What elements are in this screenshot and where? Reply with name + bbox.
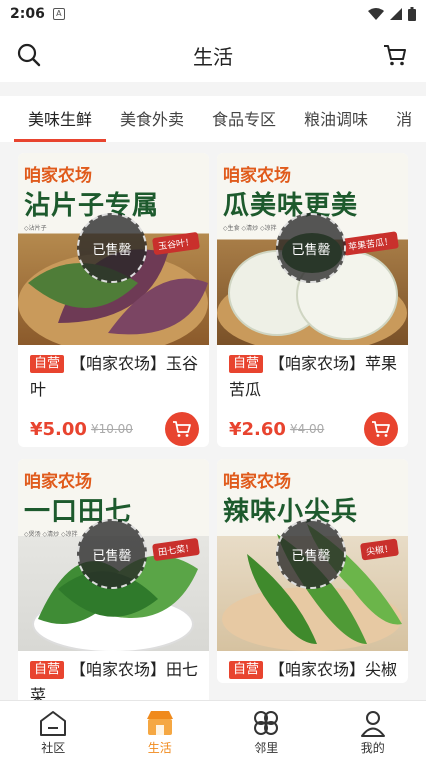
signal-icon: [390, 8, 402, 20]
image-brand-text: 咱家农场: [223, 166, 291, 186]
image-brand-text: 咱家农场: [24, 472, 92, 492]
self-operated-badge: 自营: [30, 661, 65, 679]
page-title: 生活: [193, 44, 233, 69]
tab-takeout[interactable]: 美食外卖: [106, 106, 198, 142]
tab-more[interactable]: 消: [382, 106, 426, 142]
image-subtext: ◇生食 ◇清炒 ◇凉拌: [223, 225, 277, 232]
product-name: 自营 【咱家农场】尖椒: [229, 657, 398, 683]
app-header: 生活: [0, 28, 426, 82]
self-operated-badge: 自营: [229, 661, 264, 679]
cart-icon: [173, 421, 191, 437]
product-card[interactable]: 咱家农场 辣味小尖兵 尖椒！ 已售罄 自营 【咱家农场】尖椒: [217, 459, 408, 683]
product-card[interactable]: 咱家农场 瓜美味更美 ◇生食 ◇清炒 ◇凉拌 苹果苦瓜！ 已售罄 自营 【咱家农场…: [217, 153, 408, 447]
product-name: 自营 【咱家农场】玉谷叶: [30, 351, 199, 403]
product-name-text: 【咱家农场】尖椒: [269, 660, 398, 679]
life-shop-icon: [146, 711, 173, 735]
nav-community-label: 社区: [41, 741, 66, 755]
self-operated-badge: 自营: [30, 355, 65, 373]
image-headline: 沾片子专属: [24, 191, 160, 221]
battery-icon: [408, 7, 416, 21]
tab-grain-oil[interactable]: 粮油调味: [290, 106, 382, 142]
status-time: 2:06: [10, 6, 45, 22]
cart-icon[interactable]: [382, 42, 408, 72]
nav-profile-label: 我的: [360, 741, 385, 755]
product-card[interactable]: 咱家农场 沾片子专属 ◇沾片子 玉谷叶！ 已售罄 自营 【咱家农场】玉谷叶 ¥5.…: [18, 153, 209, 447]
self-operated-badge: 自营: [229, 355, 264, 373]
product-info: 自营 【咱家农场】尖椒: [217, 651, 408, 683]
bottom-navigation: 社区 生活 邻里 我的: [0, 700, 426, 759]
add-to-cart-button[interactable]: [364, 412, 398, 446]
tab-food[interactable]: 食品专区: [198, 106, 290, 142]
product-image: 咱家农场 瓜美味更美 ◇生食 ◇清炒 ◇凉拌 苹果苦瓜！ 已售罄: [217, 153, 408, 345]
neighbor-icon: [254, 711, 279, 735]
sold-out-badge: 已售罄: [276, 213, 346, 283]
original-price: ¥4.00: [289, 422, 325, 436]
price-row: ¥5.00 ¥10.00: [30, 411, 199, 447]
image-headline: 瓜美味更美: [223, 191, 359, 221]
product-image: 咱家农场 一口田七 ◇煲汤 ◇清炒 ◇凉拌 田七菜！ 已售罄: [18, 459, 209, 651]
wifi-icon: [368, 8, 384, 20]
image-subtext: ◇煲汤 ◇清炒 ◇凉拌: [24, 531, 78, 538]
product-image: 咱家农场 辣味小尖兵 尖椒！ 已售罄: [217, 459, 408, 651]
nav-neighbor-label: 邻里: [254, 741, 279, 755]
category-tabs: 美味生鲜 美食外卖 食品专区 粮油调味 消: [0, 96, 426, 142]
image-headline: 辣味小尖兵: [223, 497, 359, 527]
product-name: 自营 【咱家农场】苹果苦瓜: [229, 351, 398, 403]
profile-icon: [360, 711, 385, 737]
tab-fresh[interactable]: 美味生鲜: [14, 106, 107, 142]
image-brand-text: 咱家农场: [24, 166, 92, 186]
image-brand-text: 咱家农场: [223, 472, 291, 492]
search-icon[interactable]: [16, 42, 42, 72]
community-icon: [40, 711, 67, 736]
price-row: ¥2.60 ¥4.00: [229, 411, 398, 447]
sold-out-badge: 已售罄: [77, 213, 147, 283]
product-price: ¥5.00: [30, 418, 87, 440]
product-price: ¥2.60: [229, 418, 286, 440]
original-price: ¥10.00: [90, 422, 133, 436]
product-info: 自营 【咱家农场】玉谷叶 ¥5.00 ¥10.00: [18, 345, 209, 447]
product-card[interactable]: 咱家农场 一口田七 ◇煲汤 ◇清炒 ◇凉拌 田七菜！ 已售罄 自营 【咱家农场】田…: [18, 459, 209, 709]
nav-profile[interactable]: 我的: [320, 701, 426, 759]
add-to-cart-button[interactable]: [165, 412, 199, 446]
product-info: 自营 【咱家农场】苹果苦瓜 ¥2.60 ¥4.00: [217, 345, 408, 447]
nav-neighbor[interactable]: 邻里: [213, 701, 320, 759]
status-bar: 2:06 A: [0, 0, 426, 28]
image-subtext: ◇沾片子: [24, 225, 47, 232]
sold-out-badge: 已售罄: [276, 519, 346, 589]
nav-life-label: 生活: [147, 741, 172, 755]
product-image: 咱家农场 沾片子专属 ◇沾片子 玉谷叶！ 已售罄: [18, 153, 209, 345]
notification-icon: A: [52, 8, 65, 20]
sold-out-badge: 已售罄: [77, 519, 147, 589]
status-icons: [368, 7, 416, 21]
nav-community[interactable]: 社区: [0, 701, 107, 759]
cart-icon: [372, 421, 390, 437]
nav-life[interactable]: 生活: [107, 701, 214, 759]
